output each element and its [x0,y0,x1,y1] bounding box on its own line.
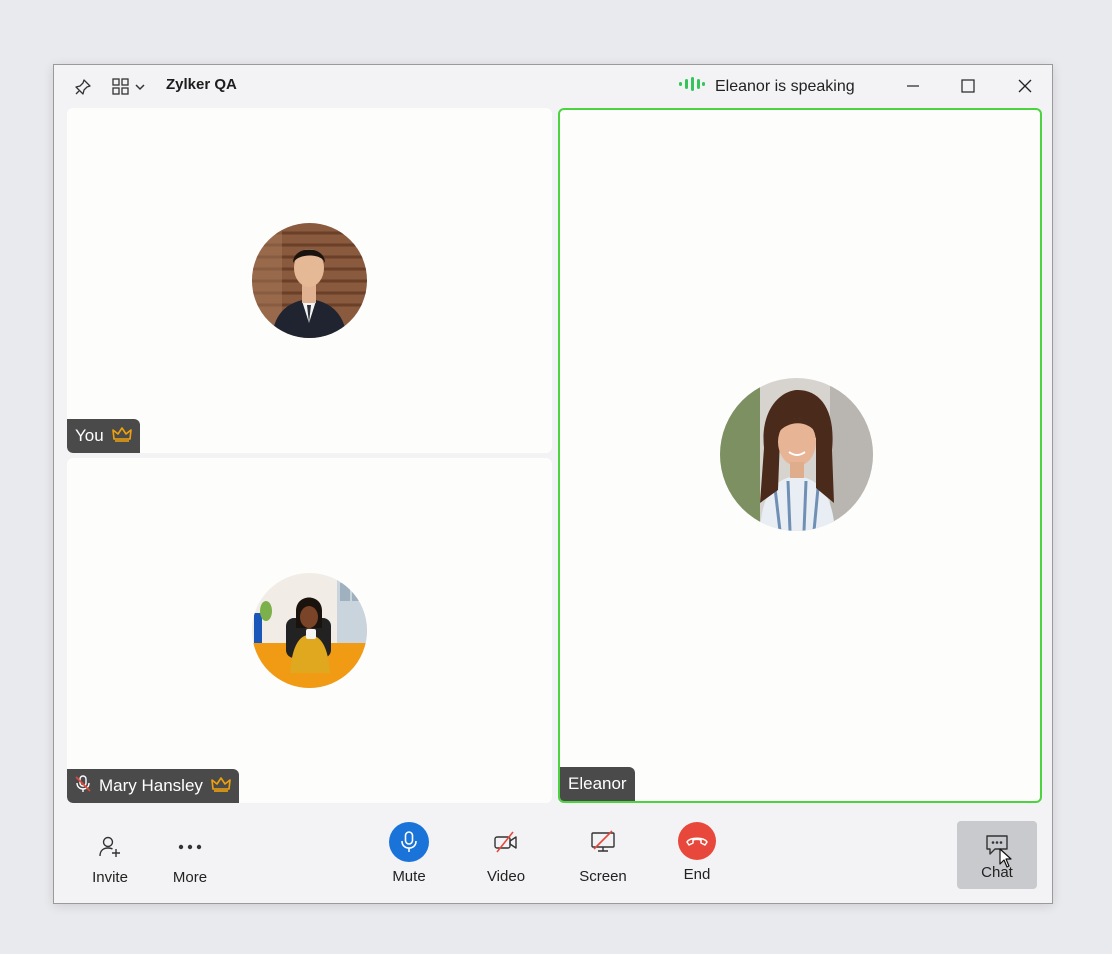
end-call-button[interactable]: End [677,822,717,883]
speaking-indicator: Eleanor is speaking [679,77,855,96]
add-user-icon [98,827,122,867]
hang-up-icon [678,822,716,860]
meeting-window: Zylker QA Eleanor is speaking You Mary H… [53,64,1053,904]
minimize-icon[interactable] [900,73,926,99]
avatar-eleanor [720,378,873,531]
crown-icon [211,776,231,797]
screen-share-button[interactable]: Screen [575,822,631,885]
chat-button[interactable]: Chat [957,821,1037,889]
speaking-text: Eleanor is speaking [715,77,855,95]
avatar-you [252,223,367,338]
participant-tile-eleanor[interactable]: Eleanor [558,108,1042,803]
mute-label: Mute [392,868,426,885]
end-label: End [683,866,711,883]
invite-button[interactable]: Invite [90,827,130,886]
call-toolbar: Invite More Mute Video Screen End Chat [54,815,1052,903]
layout-grid-icon[interactable] [112,76,148,98]
name-tag-mary: Mary Hansley [67,769,239,803]
screen-label: Screen [579,868,627,885]
screen-share-off-icon [583,822,623,862]
invite-label: Invite [92,869,128,886]
participant-name: You [75,426,104,445]
title-bar: Zylker QA Eleanor is speaking [54,65,1052,107]
maximize-icon[interactable] [955,73,981,99]
participant-tile-you[interactable]: You [67,108,552,453]
name-tag-you: You [67,419,140,453]
more-button[interactable]: More [170,827,210,886]
audio-wave-icon [679,77,705,96]
mic-muted-icon [75,774,91,798]
video-off-icon [486,822,526,862]
mouse-cursor-icon [999,848,1013,872]
more-dots-icon [178,827,202,867]
video-label: Video [486,868,526,885]
mic-icon [389,822,429,862]
name-tag-eleanor: Eleanor [560,767,635,801]
close-icon[interactable] [1012,73,1038,99]
participant-tile-mary[interactable]: Mary Hansley [67,458,552,803]
pin-icon[interactable] [72,76,94,98]
participant-name: Eleanor [568,774,627,793]
meeting-title: Zylker QA [166,76,237,93]
mute-button[interactable]: Mute [389,822,429,885]
avatar-mary [252,573,367,688]
more-label: More [172,869,208,886]
participant-name: Mary Hansley [99,776,203,795]
video-button[interactable]: Video [481,822,531,885]
crown-icon [111,426,132,447]
